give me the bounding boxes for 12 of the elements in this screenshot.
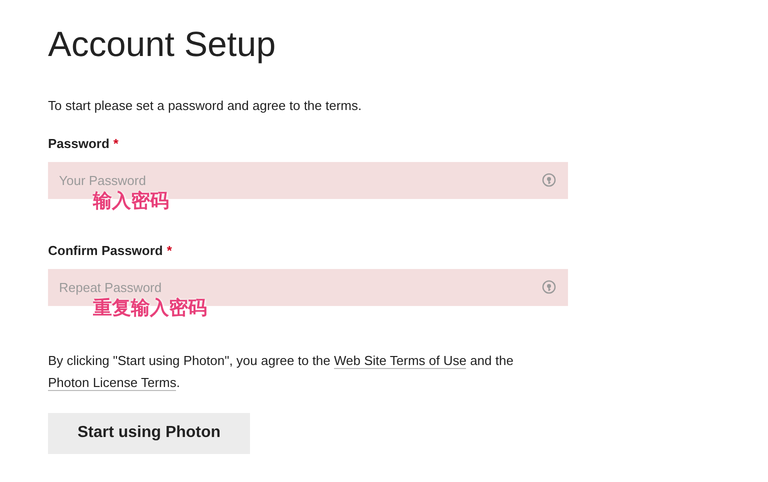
intro-text: To start please set a password and agree to the terms. — [48, 97, 362, 115]
terms-link[interactable]: Web Site Terms of Use — [334, 352, 466, 368]
key-icon[interactable] — [542, 280, 556, 294]
required-mark: * — [166, 242, 172, 258]
page-title: Account Setup — [48, 24, 276, 66]
field-label: Password — [48, 136, 110, 152]
license-link[interactable]: Photon License Terms — [48, 374, 176, 390]
terms-text: By clicking "Start using Photon", you agree to the Web Site Terms of Use and the Photon License Terms. — [48, 352, 514, 392]
key-icon[interactable] — [542, 173, 556, 187]
required-mark: * — [113, 136, 118, 152]
start-button[interactable]: Start using Photon — [48, 412, 250, 454]
field-label: Confirm Password — [48, 242, 163, 258]
